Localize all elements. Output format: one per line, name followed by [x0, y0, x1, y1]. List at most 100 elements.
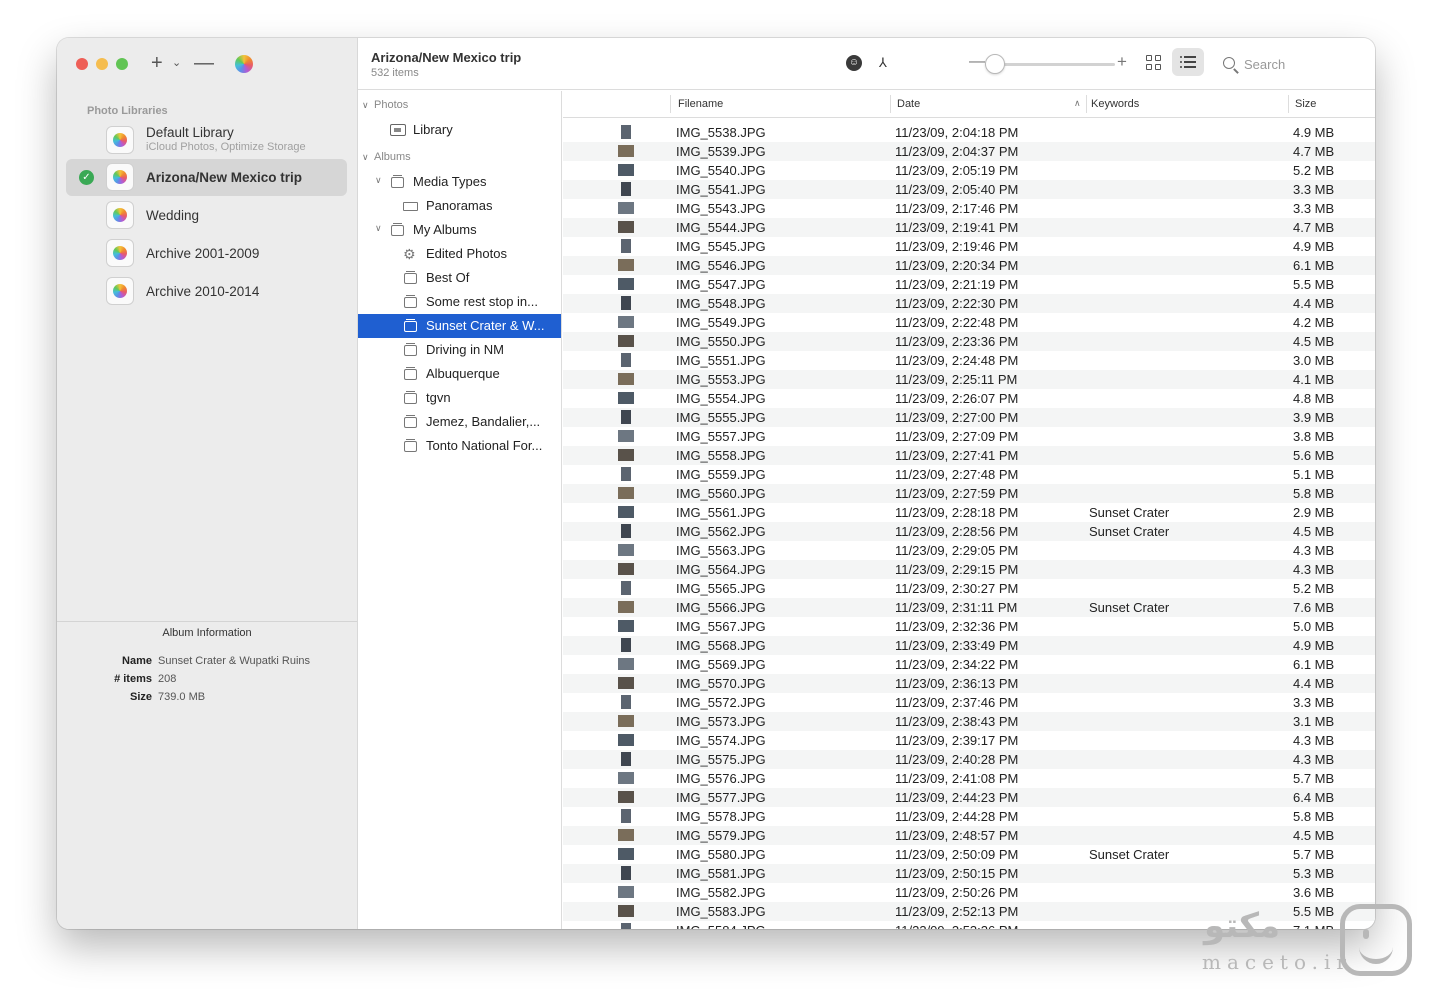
table-row[interactable]: IMG_5550.JPG 11/23/09, 2:23:36 PM 4.5 MB: [563, 332, 1375, 351]
table-row[interactable]: IMG_5574.JPG 11/23/09, 2:39:17 PM 4.3 MB: [563, 731, 1375, 750]
zoom-in-icon[interactable]: +: [1117, 52, 1127, 72]
table-row[interactable]: IMG_5561.JPG 11/23/09, 2:28:18 PM Sunset C…: [563, 503, 1375, 522]
table-row[interactable]: IMG_5578.JPG 11/23/09, 2:44:28 PM 5.8 MB: [563, 807, 1375, 826]
photo-thumbnail[interactable]: [621, 524, 631, 538]
album-tonto[interactable]: Tonto National For...: [358, 434, 561, 458]
table-row[interactable]: IMG_5576.JPG 11/23/09, 2:41:08 PM 5.7 MB: [563, 769, 1375, 788]
person-icon[interactable]: ⅄: [875, 55, 891, 71]
photos-section-header[interactable]: ∨ Photos: [362, 99, 408, 111]
chevron-down-icon[interactable]: ⌄: [172, 56, 181, 69]
photo-thumbnail[interactable]: [621, 809, 631, 823]
photo-thumbnail[interactable]: [621, 410, 631, 424]
grid-view-icon[interactable]: [1146, 55, 1162, 71]
table-row[interactable]: IMG_5581.JPG 11/23/09, 2:50:15 PM 5.3 MB: [563, 864, 1375, 883]
album-rest-stop[interactable]: Some rest stop in...: [358, 290, 561, 314]
album-edited-photos[interactable]: ⚙ Edited Photos: [358, 242, 561, 266]
sort-ascending-icon[interactable]: ∧: [1074, 98, 1081, 109]
table-row[interactable]: IMG_5551.JPG 11/23/09, 2:24:48 PM 3.0 MB: [563, 351, 1375, 370]
photo-thumbnail[interactable]: [621, 581, 631, 595]
photo-thumbnail[interactable]: [618, 772, 634, 784]
zoom-slider-knob[interactable]: [985, 54, 1005, 74]
photo-thumbnail[interactable]: [621, 239, 631, 253]
table-row[interactable]: IMG_5544.JPG 11/23/09, 2:19:41 PM 4.7 MB: [563, 218, 1375, 237]
photo-thumbnail[interactable]: [618, 335, 634, 347]
album-best-of[interactable]: Best Of: [358, 266, 561, 290]
photo-thumbnail[interactable]: [618, 886, 634, 898]
column-size[interactable]: Size: [1295, 98, 1316, 110]
table-row[interactable]: IMG_5559.JPG 11/23/09, 2:27:48 PM 5.1 MB: [563, 465, 1375, 484]
minus-icon[interactable]: —: [194, 52, 214, 74]
album-library[interactable]: Library: [358, 118, 561, 142]
album-tgvn[interactable]: tgvn: [358, 386, 561, 410]
photo-thumbnail[interactable]: [621, 866, 631, 880]
table-row[interactable]: IMG_5545.JPG 11/23/09, 2:19:46 PM 4.9 MB: [563, 237, 1375, 256]
photo-thumbnail[interactable]: [618, 829, 634, 841]
photo-thumbnail[interactable]: [621, 752, 631, 766]
album-albuquerque[interactable]: Albuquerque: [358, 362, 561, 386]
photo-thumbnail[interactable]: [618, 259, 634, 271]
photo-thumbnail[interactable]: [618, 544, 634, 556]
photo-thumbnail[interactable]: [621, 923, 631, 929]
album-jemez[interactable]: Jemez, Bandalier,...: [358, 410, 561, 434]
table-row[interactable]: IMG_5577.JPG 11/23/09, 2:44:23 PM 6.4 MB: [563, 788, 1375, 807]
table-row[interactable]: IMG_5565.JPG 11/23/09, 2:30:27 PM 5.2 MB: [563, 579, 1375, 598]
photo-thumbnail[interactable]: [618, 164, 634, 176]
photo-thumbnail[interactable]: [618, 145, 634, 157]
library-item-arizona[interactable]: ✓ Arizona/New Mexico trip: [66, 159, 347, 196]
photo-thumbnail[interactable]: [621, 467, 631, 481]
close-window-button[interactable]: [76, 58, 88, 70]
photo-thumbnail[interactable]: [618, 658, 634, 670]
table-row[interactable]: IMG_5555.JPG 11/23/09, 2:27:00 PM 3.9 MB: [563, 408, 1375, 427]
album-driving-nm[interactable]: Driving in NM: [358, 338, 561, 362]
photo-thumbnail[interactable]: [618, 715, 634, 727]
photo-thumbnail[interactable]: [621, 695, 631, 709]
list-view-button[interactable]: [1172, 48, 1204, 76]
column-keywords[interactable]: Keywords: [1091, 98, 1139, 110]
table-row[interactable]: IMG_5539.JPG 11/23/09, 2:04:37 PM 4.7 MB: [563, 142, 1375, 161]
table-row[interactable]: IMG_5547.JPG 11/23/09, 2:21:19 PM 5.5 MB: [563, 275, 1375, 294]
photo-thumbnail[interactable]: [618, 563, 634, 575]
table-row[interactable]: IMG_5573.JPG 11/23/09, 2:38:43 PM 3.1 MB: [563, 712, 1375, 731]
photo-thumbnail[interactable]: [618, 487, 634, 499]
albums-section-header[interactable]: ∨ Albums: [362, 151, 411, 163]
table-row[interactable]: IMG_5538.JPG 11/23/09, 2:04:18 PM 4.9 MB: [563, 123, 1375, 142]
library-item-wedding[interactable]: Wedding: [66, 197, 347, 234]
search-input[interactable]: [1244, 55, 1359, 73]
table-row[interactable]: IMG_5560.JPG 11/23/09, 2:27:59 PM 5.8 MB: [563, 484, 1375, 503]
table-row[interactable]: IMG_5554.JPG 11/23/09, 2:26:07 PM 4.8 MB: [563, 389, 1375, 408]
table-row[interactable]: IMG_5557.JPG 11/23/09, 2:27:09 PM 3.8 MB: [563, 427, 1375, 446]
photo-thumbnail[interactable]: [618, 221, 634, 233]
photos-app-icon[interactable]: [235, 55, 253, 73]
library-item-archive-2010[interactable]: Archive 2010-2014: [66, 273, 347, 310]
library-item-default[interactable]: Default Library iCloud Photos, Optimize …: [66, 122, 347, 159]
table-row[interactable]: IMG_5579.JPG 11/23/09, 2:48:57 PM 4.5 MB: [563, 826, 1375, 845]
photo-thumbnail[interactable]: [618, 905, 634, 917]
table-row[interactable]: IMG_5567.JPG 11/23/09, 2:32:36 PM 5.0 MB: [563, 617, 1375, 636]
album-sunset-crater[interactable]: Sunset Crater & W...: [358, 314, 561, 338]
library-item-archive-2001[interactable]: Archive 2001-2009: [66, 235, 347, 272]
photo-thumbnail[interactable]: [621, 638, 631, 652]
chevron-down-icon[interactable]: ∨: [375, 175, 382, 186]
photo-thumbnail[interactable]: [618, 734, 634, 746]
photo-thumbnail[interactable]: [618, 278, 634, 290]
table-row[interactable]: IMG_5572.JPG 11/23/09, 2:37:46 PM 3.3 MB: [563, 693, 1375, 712]
photo-thumbnail[interactable]: [621, 182, 631, 196]
table-row[interactable]: IMG_5546.JPG 11/23/09, 2:20:34 PM 6.1 MB: [563, 256, 1375, 275]
photo-thumbnail[interactable]: [618, 601, 634, 613]
table-row[interactable]: IMG_5566.JPG 11/23/09, 2:31:11 PM Sunset C…: [563, 598, 1375, 617]
minimize-window-button[interactable]: [96, 58, 108, 70]
table-row[interactable]: IMG_5575.JPG 11/23/09, 2:40:28 PM 4.3 MB: [563, 750, 1375, 769]
table-row[interactable]: IMG_5569.JPG 11/23/09, 2:34:22 PM 6.1 MB: [563, 655, 1375, 674]
photo-thumbnail[interactable]: [618, 620, 634, 632]
search-box[interactable]: [1218, 50, 1363, 78]
photo-thumbnail[interactable]: [618, 316, 634, 328]
table-row[interactable]: IMG_5558.JPG 11/23/09, 2:27:41 PM 5.6 MB: [563, 446, 1375, 465]
table-row[interactable]: IMG_5540.JPG 11/23/09, 2:05:19 PM 5.2 MB: [563, 161, 1375, 180]
table-row[interactable]: IMG_5548.JPG 11/23/09, 2:22:30 PM 4.4 MB: [563, 294, 1375, 313]
photo-thumbnail[interactable]: [618, 202, 634, 214]
photo-thumbnail[interactable]: [618, 791, 634, 803]
photo-thumbnail[interactable]: [618, 677, 634, 689]
column-date[interactable]: Date: [897, 98, 920, 110]
photo-thumbnail[interactable]: [621, 296, 631, 310]
table-row[interactable]: IMG_5580.JPG 11/23/09, 2:50:09 PM Sunset C…: [563, 845, 1375, 864]
